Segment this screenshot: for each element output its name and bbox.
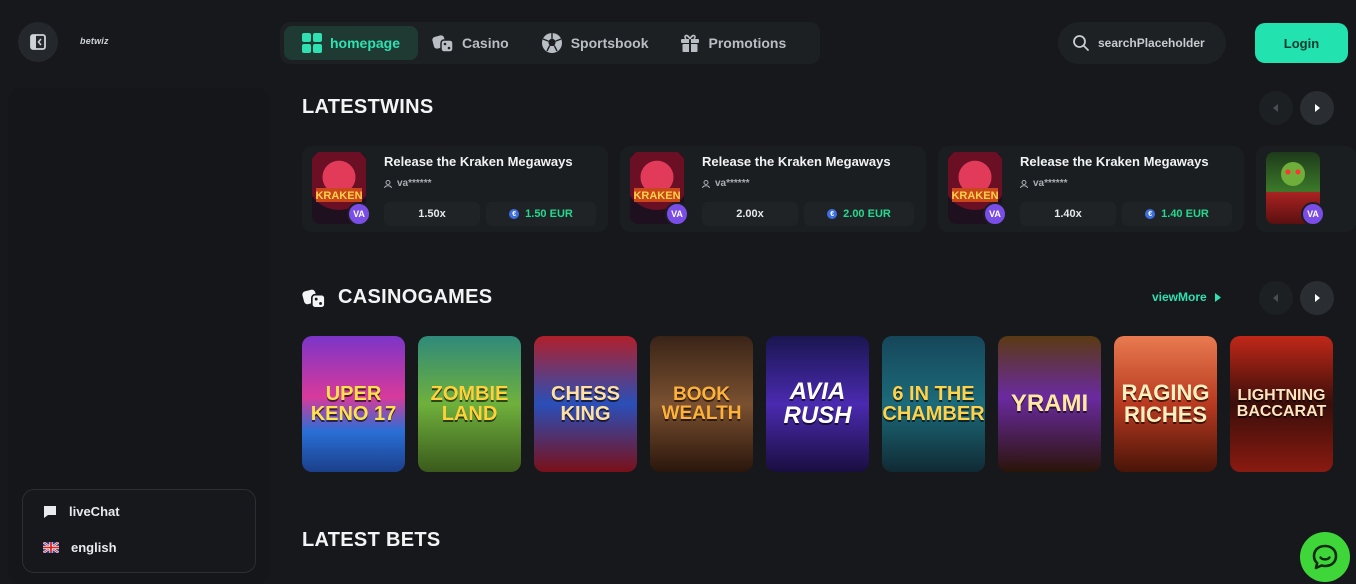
win-amount: € 1.40 EUR — [1122, 202, 1232, 226]
chevron-left-icon — [1273, 294, 1278, 302]
nav-casino-label: Casino — [462, 35, 509, 51]
nav-sportsbook-label: Sportsbook — [570, 35, 649, 51]
game-art-text: RAGING RICHES — [1121, 380, 1210, 427]
game-tile-super-keno[interactable]: UPER KENO 17 — [302, 336, 405, 472]
casino-games-next-button[interactable] — [1300, 281, 1334, 315]
game-tile-chess-king[interactable]: CHESS KING — [534, 336, 637, 472]
win-card[interactable]: KRAKEN VA Release the Kraken Megaways va… — [620, 146, 926, 232]
sidebar-collapse-icon — [30, 34, 46, 50]
nav-promotions[interactable]: Promotions — [666, 26, 804, 60]
euro-coin-icon: € — [1145, 209, 1156, 219]
sidebar-footer-panel: liveChat english — [22, 489, 256, 573]
win-game-title: Release the Kraken Megaways — [384, 154, 573, 169]
search-placeholder: searchPlaceholder — [1098, 36, 1205, 50]
user-icon — [384, 179, 392, 188]
win-amount: € 1.50 EUR — [486, 202, 596, 226]
game-art-text: AVIA RUSH — [783, 378, 852, 429]
language-label: english — [71, 540, 117, 555]
chevron-left-icon — [1273, 104, 1278, 112]
win-card[interactable]: KRAKEN VA Release the Kraken Megaways va… — [302, 146, 608, 232]
euro-coin-icon: € — [827, 209, 838, 219]
win-amount-value: 1.40 EUR — [1161, 208, 1209, 220]
user-badge: VA — [1301, 202, 1325, 226]
game-tile-zombie-land[interactable]: ZOMBIE LAND — [418, 336, 521, 472]
casino-games-prev-button[interactable] — [1259, 281, 1293, 315]
win-card[interactable]: VA — [1256, 146, 1356, 232]
language-selector[interactable]: english — [43, 540, 117, 555]
user-badge: VA — [665, 202, 689, 226]
win-username: va****** — [715, 178, 750, 189]
user-badge: VA — [983, 202, 1007, 226]
latest-bets-title: LATEST BETS — [302, 529, 441, 551]
win-game-title: Release the Kraken Megaways — [1020, 154, 1209, 169]
top-bar: betwiz homepage Casino Sportsbook Promot… — [0, 0, 1356, 86]
win-card[interactable]: KRAKEN VA Release the Kraken Megaways va… — [938, 146, 1244, 232]
nav-sportsbook[interactable]: Sportsbook — [527, 26, 667, 60]
latest-wins-title: LATESTWINS — [302, 96, 434, 118]
game-tile-book-of-wealth[interactable]: BOOK WEALTH — [650, 336, 753, 472]
win-user: va****** — [702, 178, 749, 189]
win-user: va****** — [384, 178, 431, 189]
game-art-text: ZOMBIE LAND — [430, 383, 509, 425]
nav-homepage[interactable]: homepage — [284, 26, 419, 60]
sidebar-toggle-button[interactable] — [18, 22, 58, 62]
win-amount-value: 1.50 EUR — [525, 208, 573, 220]
latest-wins-prev-button[interactable] — [1259, 91, 1293, 125]
nav-casino[interactable]: Casino — [418, 26, 527, 60]
search-box[interactable]: searchPlaceholder — [1058, 22, 1226, 64]
grid-icon — [302, 33, 322, 53]
live-chat-link[interactable]: liveChat — [43, 504, 120, 519]
euro-coin-icon: € — [509, 209, 520, 219]
casino-dice-icon — [302, 289, 326, 309]
main-nav: homepage Casino Sportsbook Promotions — [280, 22, 820, 64]
win-user: va****** — [1020, 178, 1067, 189]
win-username: va****** — [397, 178, 432, 189]
win-multiplier: 2.00x — [702, 202, 798, 226]
game-tile-raging-riches[interactable]: RAGING RICHES — [1114, 336, 1217, 472]
chevron-right-icon — [1315, 104, 1320, 112]
brand-logo[interactable]: betwiz — [80, 36, 109, 46]
game-art-text: CHESS KING — [551, 383, 620, 425]
user-badge: VA — [347, 202, 371, 226]
win-username: va****** — [1033, 178, 1068, 189]
live-chat-label: liveChat — [69, 504, 120, 519]
game-tile-lightning-baccarat[interactable]: LIGHTNING BACCARAT — [1230, 336, 1333, 472]
svg-text:KRAKEN: KRAKEN — [633, 190, 680, 202]
game-tile-6-in-the-chamber[interactable]: 6 IN THE CHAMBER — [882, 336, 985, 472]
nav-promotions-label: Promotions — [708, 35, 787, 51]
svg-text:KRAKEN: KRAKEN — [951, 190, 998, 202]
win-amount: € 2.00 EUR — [804, 202, 914, 226]
game-art-text: BOOK WEALTH — [661, 384, 742, 424]
game-art-text: 6 IN THE CHAMBER — [882, 383, 985, 425]
chat-bubble-icon — [1312, 544, 1338, 570]
game-tile-avia-rush[interactable]: AVIA RUSH — [766, 336, 869, 472]
game-art-text: YRAMI — [1010, 390, 1089, 417]
chat-icon — [44, 505, 56, 518]
view-more-link[interactable]: viewMore — [1152, 290, 1221, 304]
casino-games-title: CASINOGAMES — [338, 286, 493, 308]
user-icon — [702, 179, 710, 188]
view-more-label: viewMore — [1152, 290, 1207, 304]
uk-flag-icon — [43, 542, 59, 553]
latest-wins-next-button[interactable] — [1300, 91, 1334, 125]
search-icon — [1073, 35, 1089, 51]
win-amount-value: 2.00 EUR — [843, 208, 891, 220]
win-game-title: Release the Kraken Megaways — [702, 154, 891, 169]
win-multiplier: 1.50x — [384, 202, 480, 226]
casino-dice-icon — [432, 35, 454, 53]
win-multiplier: 1.40x — [1020, 202, 1116, 226]
chevron-right-icon — [1315, 294, 1320, 302]
svg-text:KRAKEN: KRAKEN — [315, 190, 362, 202]
gift-icon — [681, 34, 700, 52]
nav-homepage-label: homepage — [330, 35, 401, 51]
live-chat-bubble-button[interactable] — [1300, 532, 1350, 582]
login-button[interactable]: Login — [1255, 23, 1348, 63]
chevron-right-icon — [1214, 292, 1221, 302]
game-art-text: UPER KENO 17 — [310, 383, 397, 425]
game-tile-pyramid[interactable]: YRAMI — [998, 336, 1101, 472]
user-icon — [1020, 179, 1028, 188]
soccer-ball-icon — [541, 33, 562, 53]
game-art-text: LIGHTNING BACCARAT — [1236, 387, 1327, 420]
